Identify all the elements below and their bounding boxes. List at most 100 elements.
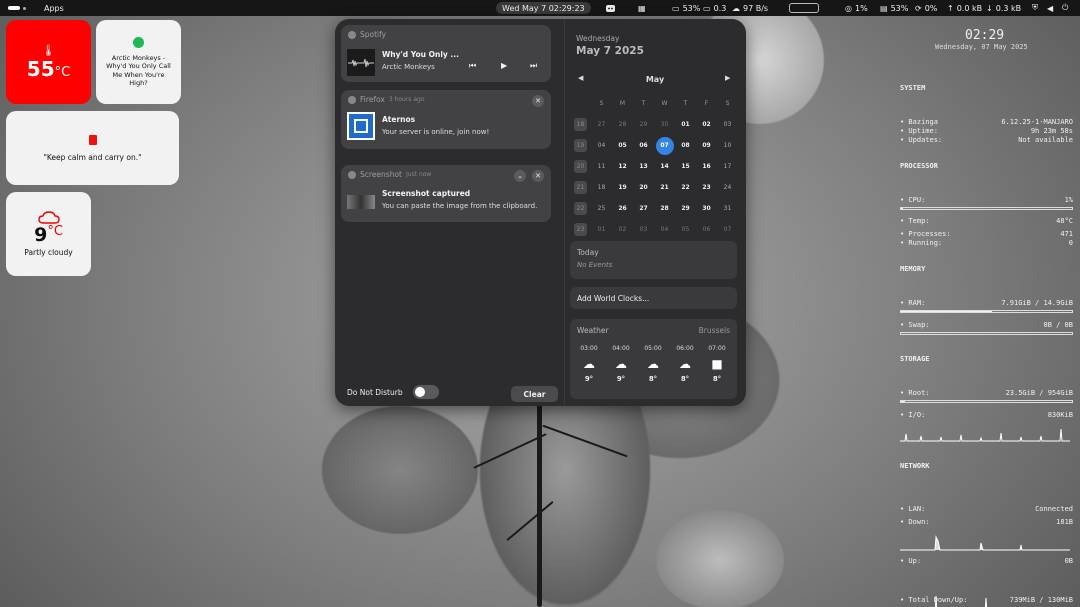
calendar-day[interactable]: 02 bbox=[696, 121, 717, 128]
workspace-indicator[interactable] bbox=[8, 0, 26, 16]
calendar-day[interactable]: 19 bbox=[612, 184, 633, 191]
calendar-day[interactable]: 26 bbox=[612, 205, 633, 212]
cpu-value: 53% bbox=[682, 3, 701, 13]
calendar-day[interactable]: 05 bbox=[612, 142, 633, 149]
net-indicator[interactable]: ☁ 97 B/s bbox=[732, 0, 768, 16]
calendar-day[interactable]: 28 bbox=[654, 205, 675, 212]
calendar-day[interactable]: 09 bbox=[696, 142, 717, 149]
calendar-day[interactable]: 20 bbox=[633, 184, 654, 191]
calendar-day[interactable]: 01 bbox=[675, 121, 696, 128]
screenshot-notification[interactable]: Screenshot Just now ⌄ ✕ Screenshot captu… bbox=[341, 165, 551, 222]
cpu-indicator[interactable]: ▭ 53% bbox=[672, 0, 700, 16]
chevron-down-icon[interactable]: ⌄ bbox=[514, 170, 526, 182]
calendar-day[interactable]: 01 bbox=[591, 226, 612, 233]
calendar-day[interactable]: 13 bbox=[633, 163, 654, 170]
volume-icon[interactable]: ◀ bbox=[1047, 0, 1053, 16]
tray-ram[interactable]: ▤ 53% bbox=[880, 0, 908, 16]
music-track-text: Arctic Monkeys - Why'd You Only Call Me … bbox=[106, 53, 171, 88]
screenshot-thumbnail bbox=[347, 195, 375, 209]
calendar-day[interactable]: 29 bbox=[675, 205, 696, 212]
calendar-day[interactable]: 30 bbox=[696, 205, 717, 212]
calendar-day[interactable]: 31 bbox=[717, 205, 738, 212]
discord-icon[interactable] bbox=[606, 0, 615, 16]
clear-button[interactable]: Clear bbox=[511, 386, 558, 402]
load-indicator[interactable]: ▭ 0.3 bbox=[703, 0, 726, 16]
calendar-day[interactable]: 27 bbox=[591, 121, 612, 128]
quote-widget[interactable]: "Keep calm and carry on." bbox=[6, 111, 179, 185]
calendar-day[interactable]: 06 bbox=[633, 142, 654, 149]
calendar-day[interactable]: 06 bbox=[696, 226, 717, 233]
calendar-day[interactable]: 08 bbox=[675, 142, 696, 149]
close-icon[interactable]: ✕ bbox=[532, 170, 544, 182]
week-number-label: 22 bbox=[574, 202, 587, 215]
today-events-section[interactable]: Today No Events bbox=[570, 241, 737, 279]
calendar-day[interactable]: 07 bbox=[717, 226, 738, 233]
next-track-icon[interactable]: ⏭ bbox=[530, 61, 537, 71]
calendar-day[interactable]: 12 bbox=[612, 163, 633, 170]
calendar-day[interactable]: 27 bbox=[633, 205, 654, 212]
calendar-day[interactable]: 15 bbox=[675, 163, 696, 170]
album-art bbox=[347, 49, 375, 76]
workspace-inactive-icon bbox=[23, 6, 26, 10]
weather-widget[interactable]: 9°C Partly cloudy bbox=[6, 192, 91, 276]
swap-icon: ⟳ bbox=[915, 3, 922, 13]
spotify-app-header: Spotify bbox=[348, 30, 386, 39]
firefox-notification[interactable]: Firefox 3 hours ago ✕ Aternos Your serve… bbox=[341, 90, 551, 149]
week-number: 19 bbox=[570, 139, 591, 152]
calendar-day[interactable]: 03 bbox=[717, 121, 738, 128]
calendar-day[interactable]: 24 bbox=[717, 184, 738, 191]
previous-track-icon[interactable]: ⏮ bbox=[469, 61, 476, 71]
processor-heading: PROCESSOR bbox=[900, 162, 938, 170]
temperature-widget[interactable]: 🌡 55°C bbox=[6, 20, 91, 104]
calendar-day[interactable]: 07 bbox=[654, 136, 675, 155]
firefox-app-name: Firefox bbox=[360, 95, 385, 104]
spotify-notification[interactable]: Spotify Why'd You Only ... Arctic Monkey… bbox=[341, 25, 551, 82]
next-month-icon[interactable]: ▶ bbox=[725, 74, 730, 82]
add-world-clocks-button[interactable]: Add World Clocks... bbox=[570, 287, 737, 309]
clock-button[interactable]: Wed May 7 02:29:23 bbox=[496, 2, 591, 14]
calendar-day[interactable]: 30 bbox=[654, 121, 675, 128]
updates-row: • Updates: Not available bbox=[900, 136, 1073, 144]
calendar-day[interactable]: 10 bbox=[717, 142, 738, 149]
tray-swap[interactable]: ⟳ 0% bbox=[915, 0, 937, 16]
calendar-day[interactable]: 03 bbox=[633, 226, 654, 233]
previous-month-icon[interactable]: ◀ bbox=[578, 74, 583, 82]
calendar-day[interactable]: 16 bbox=[696, 163, 717, 170]
calendar-day-label: 29 bbox=[639, 121, 648, 128]
wallpaper-branch bbox=[473, 433, 547, 469]
calendar-day[interactable]: 23 bbox=[696, 184, 717, 191]
calendar-day[interactable]: 25 bbox=[591, 205, 612, 212]
uptime-value: 9h 23m 58s bbox=[1030, 127, 1073, 135]
calendar-day[interactable]: 21 bbox=[654, 184, 675, 191]
shield-icon[interactable]: ⛨ bbox=[1032, 0, 1038, 16]
calendar-day[interactable]: 22 bbox=[675, 184, 696, 191]
monitor-date: Wednesday, 07 May 2025 bbox=[935, 43, 1028, 51]
calendar-day[interactable]: 29 bbox=[633, 121, 654, 128]
ram-bar-fill bbox=[901, 311, 992, 312]
weather-forecast-section[interactable]: Weather Brussels 03:00 ☁ 9° 04:00 ☁ 9° 05:00 ☁ 8… bbox=[570, 319, 737, 399]
tray-cpu[interactable]: ◎ 1% bbox=[845, 0, 868, 16]
calendar-day[interactable]: 02 bbox=[612, 226, 633, 233]
calendar-day[interactable]: 14 bbox=[654, 163, 675, 170]
calendar-day[interactable]: 05 bbox=[675, 226, 696, 233]
tray-download[interactable]: ↓ 0.3 kB bbox=[986, 0, 1021, 16]
calendar-day[interactable]: 18 bbox=[591, 184, 612, 191]
calendar-day-label: 18 bbox=[597, 184, 606, 191]
apps-button[interactable]: Apps bbox=[44, 0, 64, 16]
do-not-disturb-toggle[interactable] bbox=[413, 385, 439, 399]
calendar-day[interactable]: 11 bbox=[591, 163, 612, 170]
tray-upload[interactable]: ↑ 0.0 kB bbox=[947, 0, 982, 16]
empty-indicator[interactable] bbox=[789, 3, 819, 13]
download-icon: ↓ bbox=[986, 3, 993, 13]
calendar-day[interactable]: 17 bbox=[717, 163, 738, 170]
calendar-day[interactable]: 28 bbox=[612, 121, 633, 128]
uptime-row: • Uptime: 9h 23m 58s bbox=[900, 127, 1073, 135]
storage-heading: STORAGE bbox=[900, 355, 930, 363]
power-icon[interactable]: ⏻ bbox=[1062, 0, 1068, 16]
close-icon[interactable]: ✕ bbox=[532, 95, 544, 107]
calendar-day[interactable]: 04 bbox=[591, 142, 612, 149]
windows-icon[interactable]: ▦ bbox=[638, 0, 646, 16]
music-widget[interactable]: Arctic Monkeys - Why'd You Only Call Me … bbox=[96, 20, 181, 104]
play-icon[interactable]: ▶ bbox=[501, 61, 507, 70]
calendar-day[interactable]: 04 bbox=[654, 226, 675, 233]
